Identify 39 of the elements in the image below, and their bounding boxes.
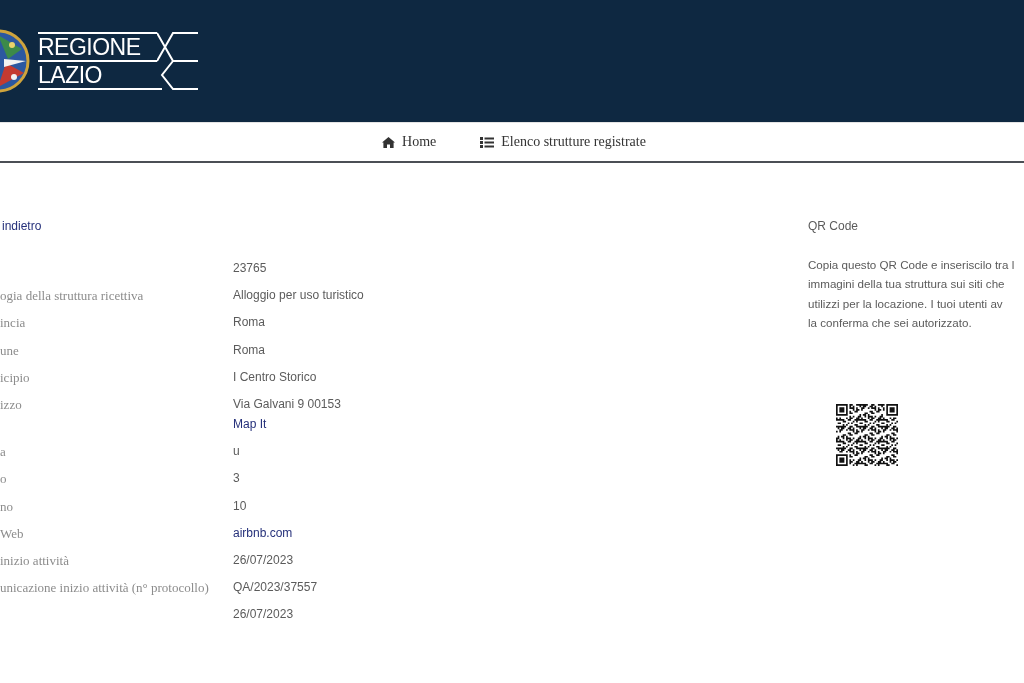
map-link[interactable]: Map It: [233, 413, 267, 434]
crest-icon: [0, 29, 30, 93]
field-label: a: [0, 443, 6, 462]
field-label: izzo: [0, 395, 22, 414]
field-value: I Centro Storico: [233, 368, 317, 386]
field-value: Roma: [233, 314, 265, 332]
field-value: u: [233, 443, 240, 461]
field-label: o: [0, 470, 7, 489]
qr-code-icon: [836, 404, 898, 467]
list-icon: [480, 136, 495, 148]
logo-text: LAZIO: [38, 62, 102, 88]
back-link[interactable]: indietro: [2, 217, 42, 236]
field-value: 26/07/2023: [233, 606, 294, 624]
field-value: 23765: [233, 260, 267, 277]
field-label: Web: [0, 524, 24, 543]
field-value: 10: [233, 497, 247, 515]
field-value: Via Galvani 9 00153: [233, 395, 341, 413]
field-label: icipio: [0, 368, 30, 387]
field-label: ogia della struttura ricettiva: [0, 287, 144, 306]
logo-text: REGIONE: [38, 34, 141, 60]
description-text: immagini della tua struttura sui siti che: [808, 276, 1005, 293]
field-label: inizio attività: [0, 551, 69, 570]
description-text: utilizzi per la locazione. I tuoi utenti av: [808, 295, 1003, 312]
qr-title: QR Code: [808, 218, 859, 235]
field-value: Alloggio per uso turistico: [233, 287, 364, 305]
field-label: une: [0, 341, 19, 360]
field-value: 3: [233, 470, 240, 488]
nav-link[interactable]: Elenco strutture registrate: [480, 134, 646, 150]
description-text: Copia questo QR Code e inseriscilo tra l: [808, 257, 1015, 273]
nav-link[interactable]: Home: [382, 134, 437, 150]
field-value: QA/2023/37557: [233, 579, 318, 597]
field-value: Roma: [233, 341, 265, 359]
field-label: incia: [0, 314, 26, 333]
home-icon: [382, 136, 396, 148]
website-link[interactable]: airbnb.com: [233, 523, 293, 543]
field-label: unicazione inizio attività (n° protocollo): [0, 579, 209, 598]
field-label: no: [0, 497, 13, 516]
description-text: la conferma che sei autorizzato.: [808, 314, 972, 331]
field-value: 26/07/2023: [233, 551, 294, 569]
